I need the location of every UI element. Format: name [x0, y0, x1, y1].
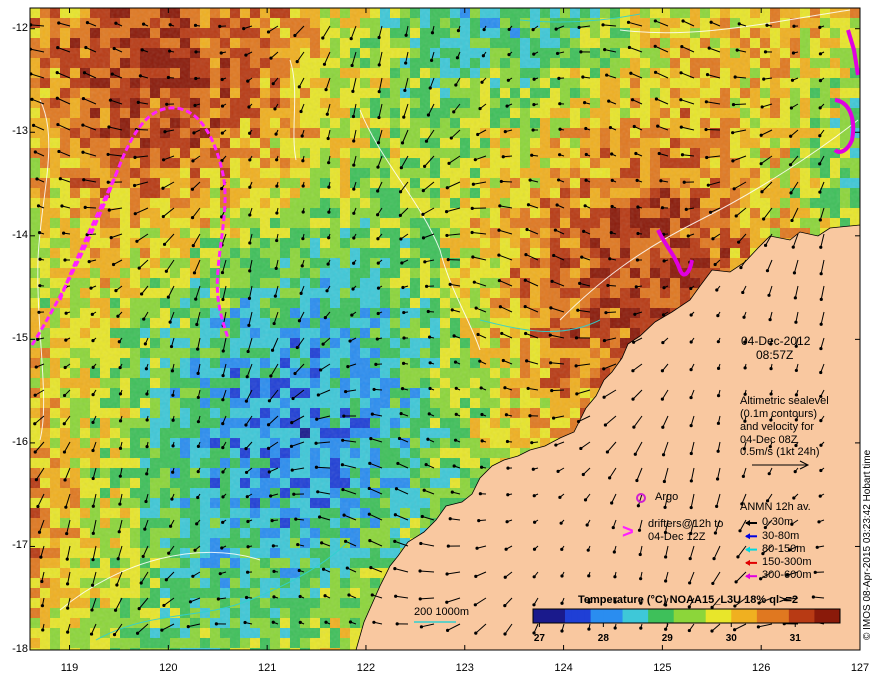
latitude-tick-label: -18 [12, 643, 28, 655]
altimetry-note-1: Altimetric sealevel [740, 395, 829, 407]
time-label: 08:57Z [756, 348, 794, 362]
longitude-tick-label: 126 [752, 662, 771, 674]
longitude-tick-label: 121 [257, 662, 277, 674]
colorbar-tick-label: 29 [661, 633, 673, 644]
colorbar-tick-label: 28 [597, 633, 609, 644]
longitude-tick-label: 119 [60, 662, 79, 674]
latitude-tick-label: -12 [12, 21, 28, 34]
altimetry-note-5: 0.5m/s (1kt 24h) [740, 446, 820, 458]
anmn-item-4: 300-600m [762, 569, 812, 581]
anmn-title: ANMN 12h av. [740, 501, 811, 513]
longitude-tick-label: 120 [159, 662, 178, 674]
latitude-tick-label: -17 [12, 539, 28, 552]
latitude-tick-label: -13 [12, 125, 28, 138]
latitude-tick-label: -14 [12, 228, 28, 241]
drifters-label-2: 04-Dec 12Z [648, 531, 706, 543]
altimetry-note-3: and velocity for [740, 421, 814, 433]
anmn-item-0: 0-30m [762, 516, 794, 528]
argo-label: Argo [655, 491, 679, 503]
bathymetry-label: 200 1000m [414, 606, 470, 618]
latitude-tick-label: -15 [12, 332, 28, 345]
drifters-label-1: drifters@12h to [648, 518, 724, 530]
colorbar-tick-label: 30 [725, 633, 737, 644]
latitude-tick-label: -16 [12, 435, 28, 448]
longitude-tick-label: 122 [356, 662, 376, 674]
anmn-item-1: 30-80m [762, 530, 800, 542]
anmn-item-2: 80-150m [762, 543, 806, 555]
colorbar-tick-label: 27 [533, 633, 545, 644]
imos-credit: © IMOS 08-Apr-2015 03:23:42 Hobart time [862, 449, 873, 640]
colorbar-tick-label: 31 [789, 633, 801, 644]
colorbar-title: Temperature (°C) NOAA15_L3U 18% ql>=2 [578, 594, 798, 606]
legend-drifter-symbol: > [622, 521, 634, 543]
altimetry-note-4: 04-Dec 08Z [740, 434, 798, 446]
altimetry-note-2: (0.1m contours) [740, 408, 818, 420]
longitude-tick-label: 124 [554, 662, 573, 674]
longitude-tick-label: 127 [850, 662, 870, 674]
longitude-tick-label: 123 [455, 662, 474, 674]
longitude-tick-label: 125 [653, 662, 672, 674]
anmn-item-3: 150-300m [762, 556, 812, 568]
date-label: 04-Dec-2012 [741, 334, 811, 348]
